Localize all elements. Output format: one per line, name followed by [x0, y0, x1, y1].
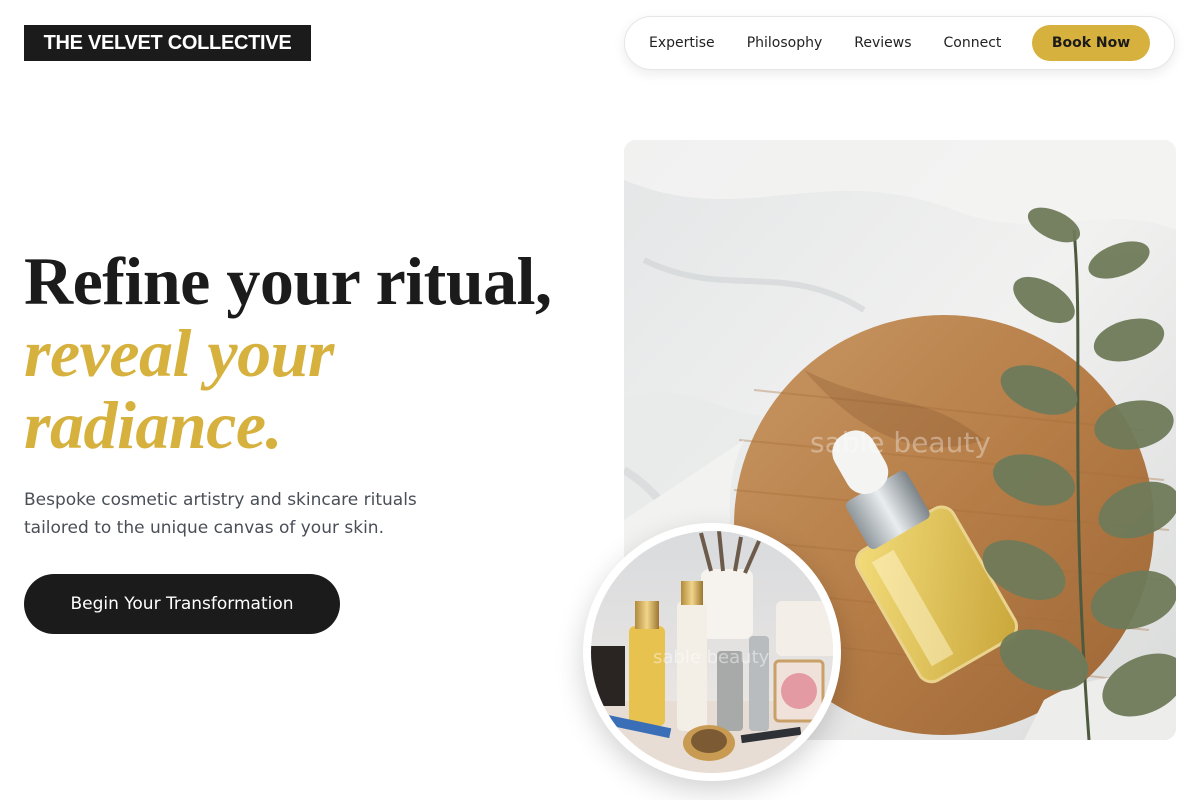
watermark-text: sable beauty: [810, 426, 991, 459]
top-nav: Expertise Philosophy Reviews Connect Boo…: [624, 16, 1175, 70]
begin-transformation-button[interactable]: Begin Your Transformation: [24, 574, 340, 634]
hero-title: Refine your ritual, reveal your radiance…: [24, 245, 604, 461]
hero-subtitle: Bespoke cosmetic artistry and skincare r…: [24, 490, 417, 538]
nav-link-philosophy[interactable]: Philosophy: [747, 35, 823, 51]
hero-title-accent: radiance.: [24, 387, 283, 463]
nav-link-connect[interactable]: Connect: [944, 35, 1002, 51]
cosmetics-collection-photo: sable beauty: [583, 523, 841, 781]
hero-title-accent: reveal your: [24, 315, 334, 391]
book-now-button[interactable]: Book Now: [1032, 25, 1150, 61]
nav-link-expertise[interactable]: Expertise: [649, 35, 715, 51]
watermark-text: sable beauty: [653, 647, 770, 668]
hero-title-line: Refine your ritual,: [24, 243, 552, 319]
brand-logo[interactable]: THE VELVET COLLECTIVE: [24, 25, 311, 61]
nav-link-reviews[interactable]: Reviews: [854, 35, 911, 51]
